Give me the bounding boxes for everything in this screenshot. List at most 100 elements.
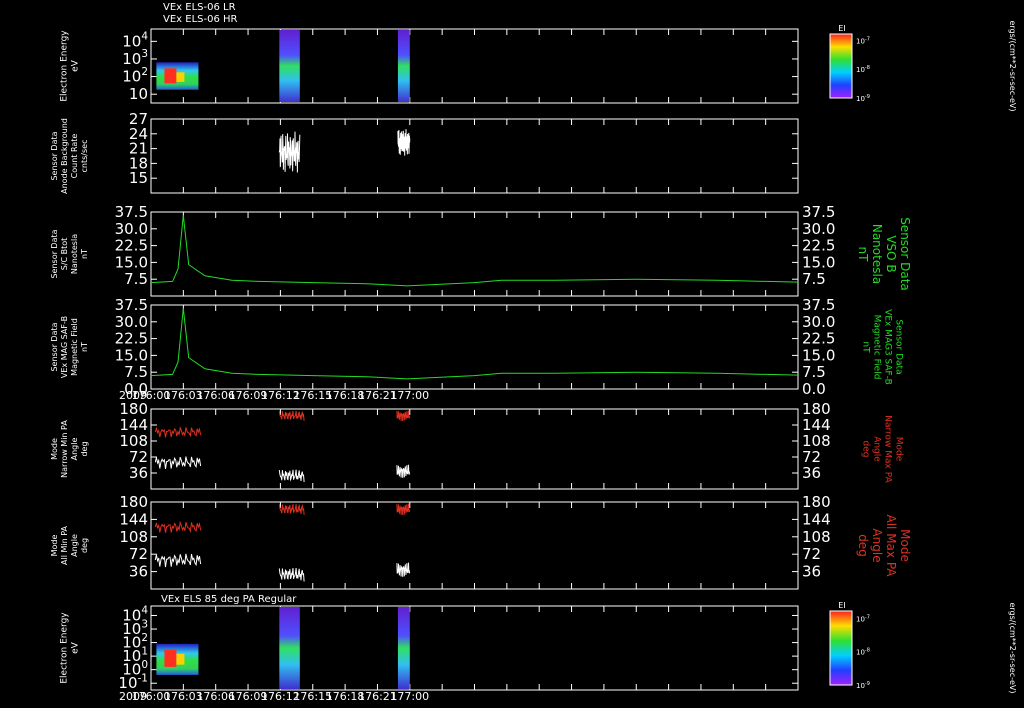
- series-line-p6: [278, 567, 305, 582]
- ylabel-p4: Magnetic Field: [70, 318, 79, 376]
- ytick-label-p6: 180: [119, 493, 148, 511]
- ytick-label-p5: 36: [129, 464, 148, 482]
- series-line-p4: [150, 308, 799, 380]
- ytick-label-p6: 72: [129, 545, 148, 563]
- ytick-label-right-p4: 0.0: [802, 380, 826, 398]
- colorbar-tick-p7: 10-7: [856, 614, 870, 623]
- series-line-p5: [154, 426, 202, 438]
- heatmap-hotspot-p7: [176, 653, 185, 665]
- ytick-label-right-p3: 15.0: [802, 253, 835, 271]
- panel-frame-p5: [150, 408, 799, 490]
- ylabel-p6: Angle: [70, 534, 79, 557]
- ylabel-p2: Anode Background: [60, 118, 69, 194]
- heatmap-hotspot-p1: [164, 68, 177, 84]
- ytick-label-p4: 30.0: [115, 313, 148, 331]
- ytick-label-p1: 102: [122, 66, 148, 86]
- series-line-p6: [396, 562, 411, 577]
- ytick-label-right-p4: 37.5: [802, 296, 835, 314]
- colorbar-label-p1: EI: [838, 24, 845, 33]
- heatmap-block-p1: [279, 30, 300, 102]
- ytick-label-p6: 144: [119, 510, 148, 528]
- ytick-label-right-p6: 36: [802, 563, 821, 581]
- ylabel-p5: Angle: [70, 438, 79, 461]
- ylabel-right-p4: nT: [861, 341, 871, 353]
- ylabel-right-p4: Sensor Data: [894, 319, 904, 374]
- ylabel-right-p6: Mode: [898, 529, 912, 562]
- ytick-label-right-p3: 30.0: [802, 220, 835, 238]
- ytick-label-right-p4: 7.5: [802, 363, 826, 381]
- ytick-label-p3: 37.5: [115, 203, 148, 221]
- colorbar-tick-p1: 10-9: [856, 94, 870, 103]
- panel-frame-p1: [150, 28, 799, 104]
- ylabel-p4: nT: [80, 342, 89, 352]
- ytick-label-right-p5: 72: [802, 448, 821, 466]
- ylabel-p7: eV: [71, 641, 81, 654]
- ytick-label-p5: 144: [119, 416, 148, 434]
- ylabel-p3: Sensor Data: [50, 229, 59, 278]
- ytick-label-p6: 108: [119, 528, 148, 546]
- ylabel-p5: Mode: [50, 438, 59, 460]
- ylabel-p6: Mode: [50, 535, 59, 557]
- ytick-label-p3: 7.5: [124, 270, 148, 288]
- ylabel-p3: Nanotesla: [70, 234, 79, 274]
- ytick-label-right-p4: 22.5: [802, 330, 835, 348]
- ytick-label-p4: 37.5: [115, 296, 148, 314]
- ytick-label-p4: 22.5: [115, 330, 148, 348]
- ytick-label-right-p6: 108: [802, 528, 831, 546]
- series-line-p5: [154, 456, 202, 469]
- colorbar-tick-p7: 10-8: [856, 648, 870, 657]
- panel-title-p7: VEx ELS 85 deg PA Regular: [161, 594, 297, 605]
- panel-frame-p4: [150, 304, 799, 390]
- ytick-label-right-p4: 15.0: [802, 346, 835, 364]
- series-line-p6: [154, 520, 202, 534]
- ytick-label-p5: 180: [119, 400, 148, 418]
- series-line-p5: [278, 469, 305, 483]
- series-line-p2: [278, 131, 301, 173]
- ylabel-p1: eV: [71, 59, 81, 72]
- panel-frame-p3: [150, 211, 799, 297]
- colorbar-tick-p1: 10-8: [856, 65, 870, 74]
- colorbar-p7: [829, 610, 853, 686]
- heatmap-block-p7: [279, 607, 300, 689]
- xtick-label-p7: 177:00: [390, 690, 429, 703]
- heatmap-block-p7: [397, 607, 410, 689]
- panel-frame-p7: [150, 605, 799, 691]
- ytick-label-p4: 7.5: [124, 363, 148, 381]
- heatmap-block-p1: [397, 30, 410, 102]
- ytick-label-right-p5: 144: [802, 416, 831, 434]
- ylabel-right-p5: deg: [861, 441, 871, 458]
- series-line-p5: [396, 410, 411, 422]
- ylabel-p6: All Min PA: [60, 525, 69, 565]
- colorbar-units-p7: ergs/(cm**2-sr-sec-eV): [1008, 602, 1017, 693]
- ytick-label-right-p6: 144: [802, 510, 831, 528]
- series-line-p6: [278, 503, 305, 515]
- ytick-label-p4: 15.0: [115, 346, 148, 364]
- ylabel-p4: Sensor Data: [50, 322, 59, 371]
- ylabel-right-p6: All Max PA: [884, 515, 898, 578]
- ylabel-right-p3: nT: [856, 247, 870, 263]
- ylabel-right-p3: Sensor Data: [898, 217, 912, 291]
- ylabel-p3: nT: [80, 249, 89, 259]
- series-line-p5: [278, 410, 305, 421]
- ylabel-p2: Count Rate: [70, 134, 79, 179]
- ytick-label-right-p3: 37.5: [802, 203, 835, 221]
- ylabel-p2: Sensor Data: [50, 131, 59, 180]
- colorbar-p1: [829, 33, 853, 99]
- colorbar-tick-p7: 10-9: [856, 681, 870, 690]
- xtick-label-p4: 177:00: [390, 389, 429, 402]
- ytick-label-right-p3: 7.5: [802, 270, 826, 288]
- ylabel-right-p5: Angle: [872, 436, 882, 462]
- ytick-label-right-p5: 180: [802, 400, 831, 418]
- ylabel-p2: cnts/sec: [80, 140, 89, 173]
- ylabel-p4: VEx MAG SAF-B: [60, 316, 69, 378]
- series-line-p6: [396, 503, 411, 516]
- series-line-p2: [397, 129, 411, 156]
- ytick-label-p3: 22.5: [115, 237, 148, 255]
- ytick-label-right-p4: 30.0: [802, 313, 835, 331]
- ytick-label-p5: 72: [129, 448, 148, 466]
- series-line-p6: [154, 553, 202, 568]
- ytick-label-right-p5: 108: [802, 432, 831, 450]
- heatmap-hotspot-p1: [176, 72, 185, 82]
- ylabel-p3: S/C Btot: [60, 238, 69, 271]
- year-label-p7: 2009: [119, 690, 147, 703]
